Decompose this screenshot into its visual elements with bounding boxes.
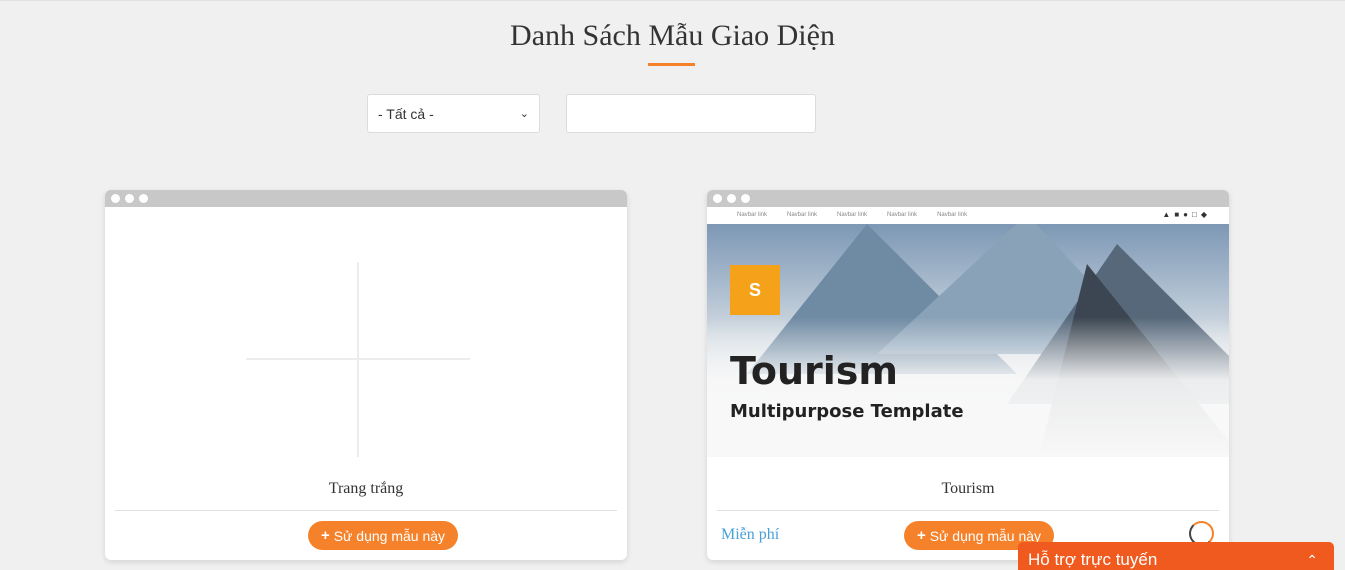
page-title: Danh Sách Mẫu Giao Diện	[510, 19, 835, 52]
window-dot	[741, 194, 750, 203]
window-dot	[111, 194, 120, 203]
search-input[interactable]	[566, 94, 816, 133]
template-preview-blank[interactable]	[105, 207, 627, 457]
preview-nav-link: Navbar link	[937, 212, 968, 218]
window-dot	[125, 194, 134, 203]
leaf-icon: ◆	[1200, 210, 1207, 219]
facebook-icon: ■	[1174, 210, 1180, 219]
use-template-button[interactable]: + Sử dụng mẫu này	[308, 521, 458, 550]
preview-hero-subtitle: Multipurpose Template	[730, 401, 964, 422]
window-dot	[713, 194, 722, 203]
preview-logo: S	[730, 265, 780, 315]
preview-nav-link: Navbar link	[737, 212, 768, 218]
card-divider	[717, 510, 1219, 511]
template-name: Tourism	[941, 480, 995, 497]
dribbble-icon: ●	[1183, 210, 1188, 219]
window-dot	[727, 194, 736, 203]
price-label: Miễn phí	[721, 526, 780, 543]
online-support-bar[interactable]: Hỗ trợ trực tuyến ⌃	[1018, 542, 1334, 570]
chevron-up-icon[interactable]: ⌃	[1306, 552, 1318, 570]
template-preview-tourism[interactable]: S Tourism Multipurpose Template	[707, 224, 1229, 457]
instagram-icon: □	[1192, 210, 1197, 219]
preview-nav-link: Navbar link	[887, 212, 918, 218]
window-dot	[139, 194, 148, 203]
category-select-value: - Tất cả -	[378, 105, 434, 122]
preview-nav-link: Navbar link	[787, 212, 818, 218]
template-card-tourism[interactable]: Navbar link Navbar link Navbar link Navb…	[707, 190, 1229, 560]
plus-icon: +	[916, 527, 926, 544]
browser-bar	[105, 190, 627, 207]
template-card-blank[interactable]: Trang trắng + Sử dụng mẫu này	[105, 190, 627, 560]
placeholder-cross	[246, 358, 470, 360]
title-underline	[648, 63, 695, 66]
chevron-down-icon: ⌄	[519, 108, 529, 120]
plus-icon: +	[320, 527, 330, 544]
preview-navbar: Navbar link Navbar link Navbar link Navb…	[707, 207, 1229, 224]
use-template-label: Sử dụng mẫu này	[333, 527, 446, 544]
preview-hero-title: Tourism	[730, 349, 899, 393]
category-select[interactable]: - Tất cả - ⌄	[367, 94, 540, 133]
twitter-icon: ▲	[1162, 210, 1171, 219]
browser-bar	[707, 190, 1229, 207]
card-divider	[115, 510, 617, 511]
preview-nav-link: Navbar link	[837, 212, 868, 218]
template-name: Trang trắng	[328, 480, 404, 497]
online-support-label: Hỗ trợ trực tuyến	[1028, 550, 1158, 569]
